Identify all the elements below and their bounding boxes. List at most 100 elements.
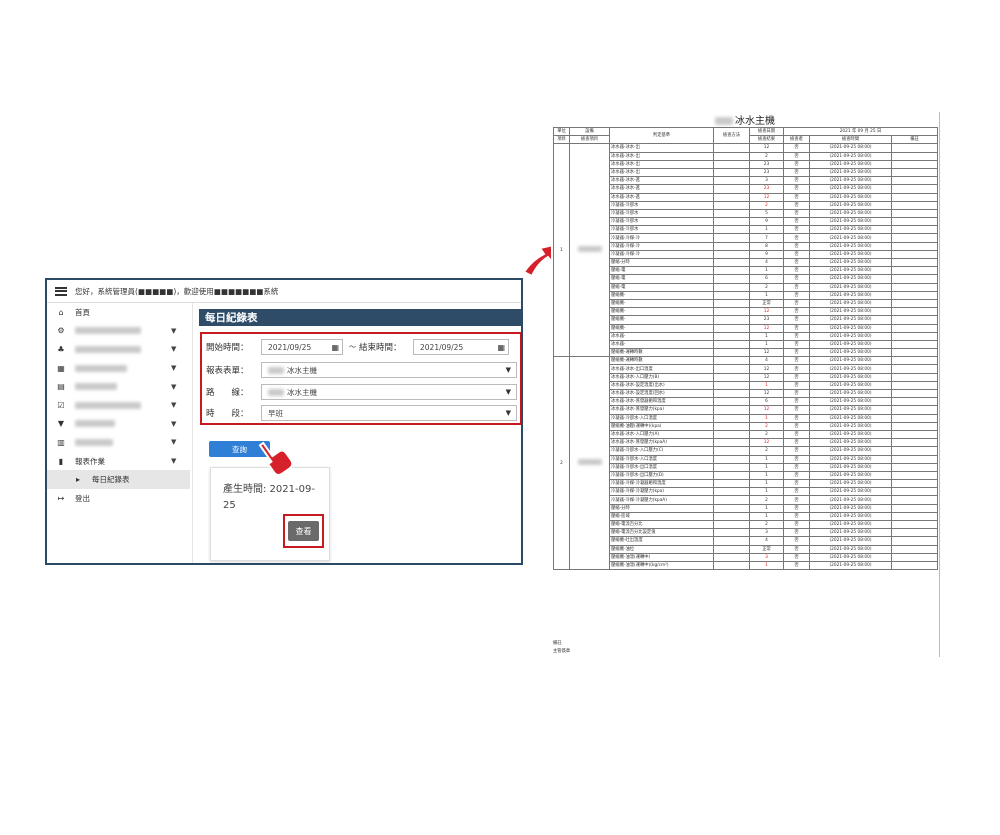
- welcome-text: 您好，系統管理員(■■■■■)，歡迎使用■■■■■■■系統: [75, 286, 279, 296]
- sidebar-item-label: [75, 401, 141, 409]
- sidebar-item[interactable]: ↦ 登出: [47, 489, 192, 508]
- page-title: 每日紀錄表: [199, 309, 521, 326]
- sidebar-item-label: 首頁: [75, 307, 90, 317]
- table-row: 冰水器-冰水-出 23 否 (2021-09-25 08:00): [554, 159, 939, 169]
- chevron-down-icon: ▼: [171, 419, 177, 428]
- sidebar-item-label: 每日紀錄表: [92, 475, 130, 485]
- calendar-icon[interactable]: ▦: [331, 343, 339, 352]
- report-form-label: 報表表單：: [206, 366, 249, 376]
- chevron-down-icon: ▼: [171, 345, 177, 354]
- file-icon: ▮: [58, 456, 64, 466]
- route-select[interactable]: 冰水主機 ▼: [261, 384, 517, 400]
- signature-label: 主管簽章: [553, 649, 571, 654]
- menu-icon[interactable]: [55, 286, 67, 296]
- query-form: 開始時間： 2021/09/25 ▦ ～ 結束時間： 2021/09/25 ▦ …: [200, 332, 521, 425]
- view-button-highlight: 查看: [283, 514, 324, 548]
- route-label: 路 線：: [206, 388, 249, 398]
- table-row: 壓縮機- 12 否 (2021-09-25 08:00): [554, 307, 939, 317]
- table-row: 冰水器- 1 否 (2021-09-25 08:00): [554, 339, 939, 350]
- table-row: 冷凝器-冷卻水 1 否 (2021-09-25 08:00): [554, 225, 939, 235]
- sidebar-item-label: [75, 438, 113, 446]
- table-row: 壓縮機- 12 否 (2021-09-25 08:00): [554, 323, 939, 333]
- table-row: 冰水器-冰水-進 23 否 (2021-09-25 08:00): [554, 184, 939, 194]
- table-row: 冷凝器-冷媒-冷凝壓力(kpaA) 2 否 (2021-09-25 08:00): [554, 495, 939, 505]
- table-row: 冷凝器-冷卻水-入口溫度 1 否 (2021-09-25 08:00): [554, 454, 939, 464]
- table-row: 壓縮機-運轉時數 12 否 (2021-09-25 08:00): [554, 348, 939, 358]
- home-icon: ⌂: [58, 307, 64, 317]
- chevron-down-icon: ▼: [505, 409, 511, 417]
- sidebar-item-label: [75, 345, 141, 353]
- logout-icon: ↦: [57, 493, 65, 503]
- table-row: 壓縮機-油位 正常否 (2021-09-25 08:00): [554, 544, 939, 554]
- sidebar-item-label: 登出: [75, 493, 90, 503]
- table-row: 冷凝器-冷卻水-入口溫度 1 否 (2021-09-25 08:00): [554, 413, 939, 423]
- chevron-down-icon: ▼: [505, 366, 511, 374]
- table-row: 2 壓縮機-運轉時數 4 否 (2021-09-25 08:00): [553, 356, 939, 571]
- remarks-label: 備註: [553, 641, 562, 646]
- sidebar-item[interactable]: ▦ ▼: [47, 359, 192, 378]
- shift-label: 時 段：: [206, 409, 249, 419]
- table-row: 壓縮機-吐出溫度 4 否 (2021-09-25 08:00): [554, 536, 939, 546]
- table-row: 壓縮-區域 1 否 (2021-09-25 08:00): [554, 511, 939, 522]
- table-row: 壓縮-電 1 否 (2021-09-25 08:00): [554, 266, 939, 276]
- start-time-label: 開始時間：: [206, 343, 249, 353]
- sidebar-item-label: [75, 383, 117, 391]
- sidebar-item[interactable]: ♣ ▼: [47, 340, 192, 359]
- sidebar-item[interactable]: ⚙ ▼: [47, 322, 192, 341]
- table-row: 冷凝器-冷媒-冷 7 否 (2021-09-25 08:00): [554, 233, 939, 243]
- sitemap-icon: ♣: [57, 344, 65, 354]
- table-row: 冷凝器-冷卻水 2 否 (2021-09-25 08:00): [554, 200, 939, 210]
- report-form-select[interactable]: 冰水主機 ▼: [261, 362, 517, 378]
- table-row: 冰水器-冰水-出 2 否 (2021-09-25 08:00): [554, 151, 939, 161]
- table-header-row: 單位 設備 判定基準 檢查方法 檢查日期 2021 年 09 月 25 日: [553, 126, 939, 145]
- table-row: 冰水器-冰水-出口溫度 12 否 (2021-09-25 08:00): [554, 364, 939, 374]
- sidebar-item[interactable]: ▸ 每日紀錄表: [47, 470, 190, 489]
- table-row: 壓縮-電流百分比設定值 3 否 (2021-09-25 08:00): [554, 528, 939, 538]
- chevron-down-icon: ▼: [171, 364, 177, 373]
- sidebar-item-label: [75, 327, 141, 335]
- table-row: 壓縮機-油溫(運轉中) 3 否 (2021-09-25 08:00): [554, 552, 939, 562]
- table-row: 壓縮-電 2 否 (2021-09-25 08:00): [554, 282, 939, 292]
- report-row: 報表表單： 冰水主機 ▼: [206, 362, 517, 378]
- table-row: 冰水器-冰水-進 3 否 (2021-09-25 08:00): [554, 176, 939, 186]
- shift-row: 時 段： 早班 ▼: [206, 405, 517, 421]
- sidebar-item[interactable]: ⌂ 首頁: [47, 303, 192, 322]
- view-button[interactable]: 查看: [288, 521, 319, 541]
- table-row: 冷凝器-冷媒-冷 9 否 (2021-09-25 08:00): [554, 249, 939, 260]
- chevron-down-icon: ▼: [171, 457, 177, 466]
- calendar-icon[interactable]: ▦: [497, 343, 505, 352]
- table-row: 冷凝器-冷媒-冷 8 否 (2021-09-25 08:00): [554, 241, 939, 251]
- route-row: 路 線： 冰水主機 ▼: [206, 384, 517, 400]
- end-date-input[interactable]: 2021/09/25 ▦: [413, 339, 509, 355]
- generated-time-text: 產生時間: 2021-09-25: [223, 484, 315, 511]
- table-row: 壓縮-分時 4 否 (2021-09-25 08:00): [554, 257, 939, 268]
- table-row: 冰水器-冰水-設定溫度(出水) 1 否 (2021-09-25 08:00): [554, 380, 939, 391]
- table-row: 壓縮機-油壓(運轉中)(kpa) 2 否 (2021-09-25 08:00): [554, 421, 939, 431]
- sidebar-item[interactable]: ▤ ▼: [47, 377, 192, 396]
- table-row: 冷凝器-冷卻水-出口溫度 1 否 (2021-09-25 08:00): [554, 462, 939, 472]
- top-bar: 您好，系統管理員(■■■■■)，歡迎使用■■■■■■■系統: [47, 280, 521, 303]
- table-row: 冰水器-冰水-蒸發壓力(kpa) 12 否 (2021-09-25 08:00): [554, 405, 939, 415]
- sidebar-item[interactable]: ▥ ▼: [47, 433, 192, 452]
- sidebar-item-label: 報表作業: [75, 456, 105, 466]
- result-card: 產生時間: 2021-09-25 查看: [210, 467, 330, 561]
- sidebar-item[interactable]: ▮ 報表作業 ▼: [47, 452, 192, 471]
- report-page: 冰水主機 單位 設備 判定基準 檢查方法 檢查日期 2021 年 09 月 25 日項目檢…: [551, 112, 940, 657]
- shift-select[interactable]: 早班 ▼: [261, 405, 517, 421]
- end-time-label: 結束時間：: [359, 343, 402, 353]
- start-date-input[interactable]: 2021/09/25 ▦: [261, 339, 343, 355]
- table-row: 冰水器-冰水-蒸發器飽和溫度 6 否 (2021-09-25 08:00): [554, 397, 939, 407]
- chevron-down-icon: ▼: [171, 326, 177, 335]
- table-row: 冰水器-冰水-設定溫度(回水) 12 否 (2021-09-25 08:00): [554, 388, 939, 399]
- sidebar-item[interactable]: ☑ ▼: [47, 396, 192, 415]
- pointing-hand-icon: [258, 441, 294, 477]
- table-row: 壓縮-電 6 否 (2021-09-25 08:00): [554, 274, 939, 284]
- table-row: 冷凝器-冷卻水-出口壓力(D) 1 否 (2021-09-25 08:00): [554, 470, 939, 481]
- app-window: 您好，系統管理員(■■■■■)，歡迎使用■■■■■■■系統 ⌂ 首頁 ⚙ ▼ ♣ ▼ ▦ ▼ ▤…: [45, 278, 523, 565]
- calendar-icon: ▦: [57, 363, 65, 373]
- caret-right-icon: ▸: [75, 475, 80, 485]
- chevron-down-icon: ▼: [171, 438, 177, 447]
- sidebar-item[interactable]: ▼ ▼: [47, 415, 192, 434]
- sidebar-item-label: [75, 364, 127, 372]
- table-row: 壓縮機- 正常否 (2021-09-25 08:00): [554, 298, 939, 309]
